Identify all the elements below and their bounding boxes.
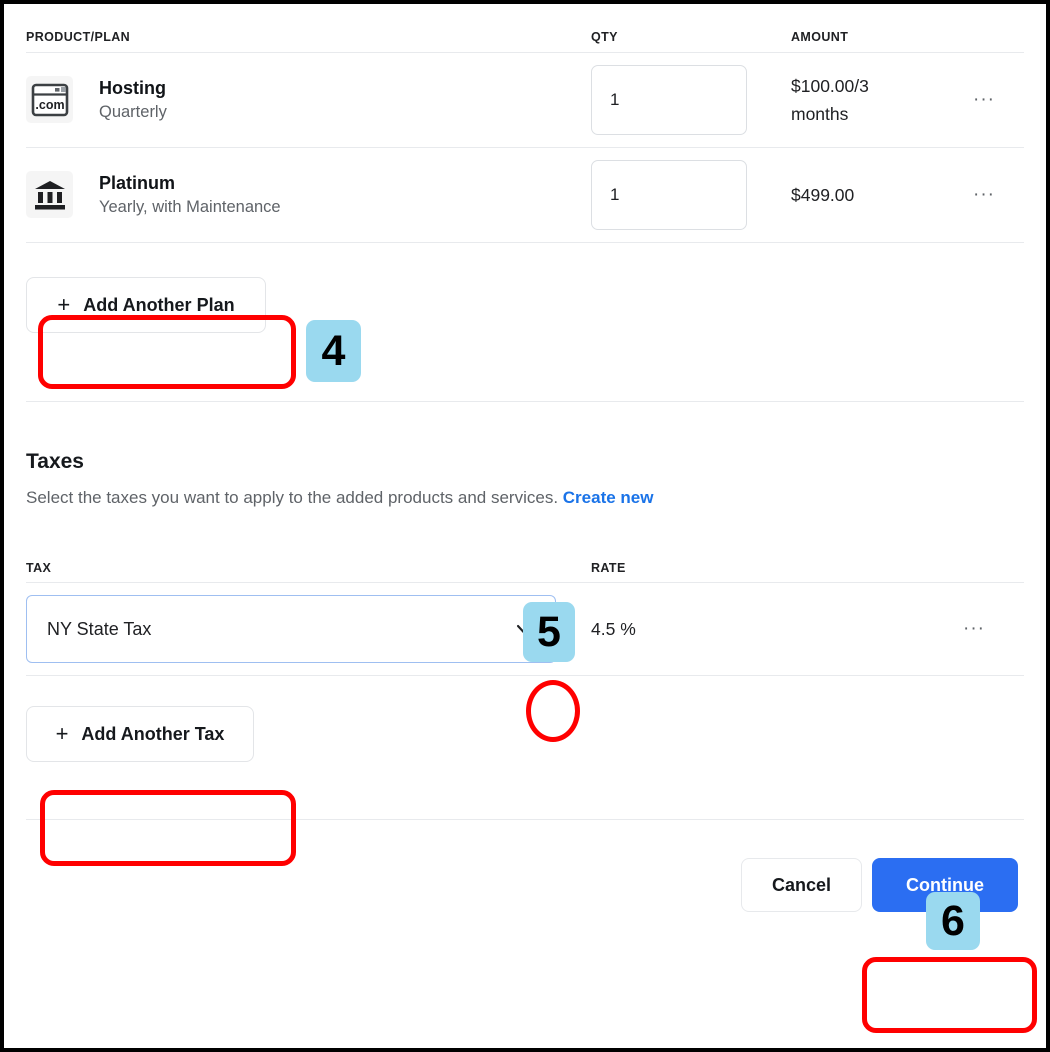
amount-value: $100.00/3 months	[791, 72, 906, 128]
plus-icon: +	[57, 292, 70, 318]
divider-row-2	[26, 242, 1024, 243]
quantity-input[interactable]	[591, 160, 747, 230]
add-another-tax-label: Add Another Tax	[81, 724, 224, 745]
cancel-button[interactable]: Cancel	[741, 858, 862, 912]
column-header-amount: AMOUNT	[791, 30, 973, 44]
column-header-qty: QTY	[591, 30, 791, 44]
add-another-plan-label: Add Another Plan	[83, 295, 234, 316]
product-info: Platinum Yearly, with Maintenance	[99, 170, 281, 220]
tax-select-value: NY State Tax	[47, 619, 151, 640]
product-info: Hosting Quarterly	[99, 75, 167, 125]
taxes-description: Select the taxes you want to apply to th…	[26, 488, 1024, 508]
add-another-tax-button[interactable]: + Add Another Tax	[26, 706, 254, 762]
bank-building-icon	[26, 171, 73, 218]
taxes-title: Taxes	[26, 450, 1024, 474]
row-more-options-icon[interactable]: ···	[973, 184, 995, 205]
tax-select-wrapper: NY State Tax	[26, 595, 556, 663]
product-name: Hosting	[99, 75, 167, 101]
step-badge-5: 5	[523, 602, 575, 662]
table-row: Platinum Yearly, with Maintenance $499.0…	[26, 148, 1024, 242]
product-subtitle: Yearly, with Maintenance	[99, 196, 281, 220]
create-new-tax-link[interactable]: Create new	[563, 488, 654, 507]
svg-text:.com: .com	[35, 98, 64, 112]
dot-com-browser-icon: .com	[26, 76, 73, 123]
billing-plans-panel: PRODUCT/PLAN QTY AMOUNT .com H	[4, 4, 1046, 1048]
taxes-description-text: Select the taxes you want to apply to th…	[26, 488, 558, 507]
quantity-input[interactable]	[591, 65, 747, 135]
add-another-plan-button[interactable]: + Add Another Plan	[26, 277, 266, 333]
product-name: Platinum	[99, 170, 281, 196]
taxes-section: Taxes Select the taxes you want to apply…	[26, 450, 1024, 508]
divider-tax-row	[26, 675, 1024, 676]
products-table-header: PRODUCT/PLAN QTY AMOUNT	[26, 12, 1024, 52]
column-header-tax: TAX	[26, 561, 591, 575]
product-subtitle: Quarterly	[99, 101, 167, 125]
add-plan-area: + Add Another Plan	[26, 277, 1024, 333]
tax-select[interactable]: NY State Tax	[26, 595, 556, 663]
taxes-table-header: TAX RATE	[26, 548, 1024, 582]
plus-icon: +	[56, 721, 69, 747]
tax-row-more-options-icon[interactable]: ···	[963, 618, 985, 639]
step-badge-4: 4	[306, 320, 361, 382]
divider-footer	[26, 819, 1024, 820]
column-header-product: PRODUCT/PLAN	[26, 30, 591, 44]
dialog-footer: Cancel Continue	[26, 858, 1024, 912]
row-more-options-icon[interactable]: ···	[973, 89, 995, 110]
table-row: .com Hosting Quarterly $100.00/3 months …	[26, 53, 1024, 147]
add-tax-area: + Add Another Tax	[26, 706, 1024, 762]
divider-section	[26, 401, 1024, 402]
step-badge-6: 6	[926, 892, 980, 950]
amount-value: $499.00	[791, 181, 906, 209]
screenshot-frame: PRODUCT/PLAN QTY AMOUNT .com H	[0, 0, 1050, 1052]
tax-rate-value: 4.5 %	[591, 619, 636, 639]
column-header-rate: RATE	[591, 561, 791, 575]
